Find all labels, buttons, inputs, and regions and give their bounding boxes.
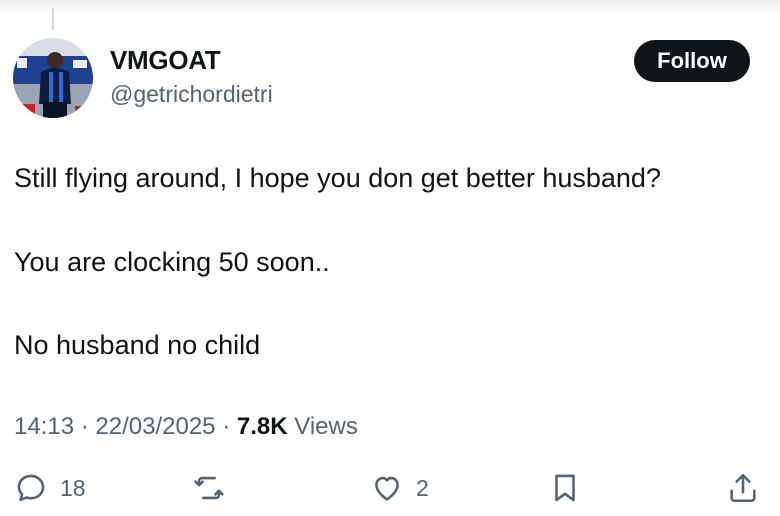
tweet-meta: 14:13 · 22/03/2025 · 7.8K Views [14,413,358,441]
meta-separator: · [222,413,231,440]
follow-button[interactable]: Follow [634,40,750,82]
author-display-name[interactable]: VMGOAT [110,45,221,76]
avatar-image [13,38,93,118]
repost-button[interactable] [192,470,226,506]
share-button[interactable] [726,470,760,506]
like-button[interactable]: 2 [370,470,429,506]
tweet-date[interactable]: 22/03/2025 [95,413,215,440]
avatar[interactable] [13,38,93,118]
reply-count: 18 [60,474,86,501]
reply-button[interactable]: 18 [14,470,86,506]
bookmark-icon [555,474,575,502]
views-label: Views [294,413,358,440]
tweet-text-line-1: Still flying around, I hope you don get … [14,163,661,193]
author-handle[interactable]: @getrichordietri [110,81,273,108]
bookmark-button[interactable] [548,470,582,506]
reply-icon [17,474,45,502]
thread-connector-line [52,8,54,30]
tweet-text-line-2: You are clocking 50 soon.. [14,247,330,277]
meta-separator: · [80,413,89,440]
tweet-time[interactable]: 14:13 [14,413,74,440]
repost-icon [194,476,224,500]
like-count: 2 [416,474,429,501]
share-icon [730,473,756,503]
like-icon [375,476,399,501]
tweet-text-line-3: No husband no child [14,330,261,360]
views-count: 7.8K [236,413,288,440]
top-strip [0,0,780,14]
